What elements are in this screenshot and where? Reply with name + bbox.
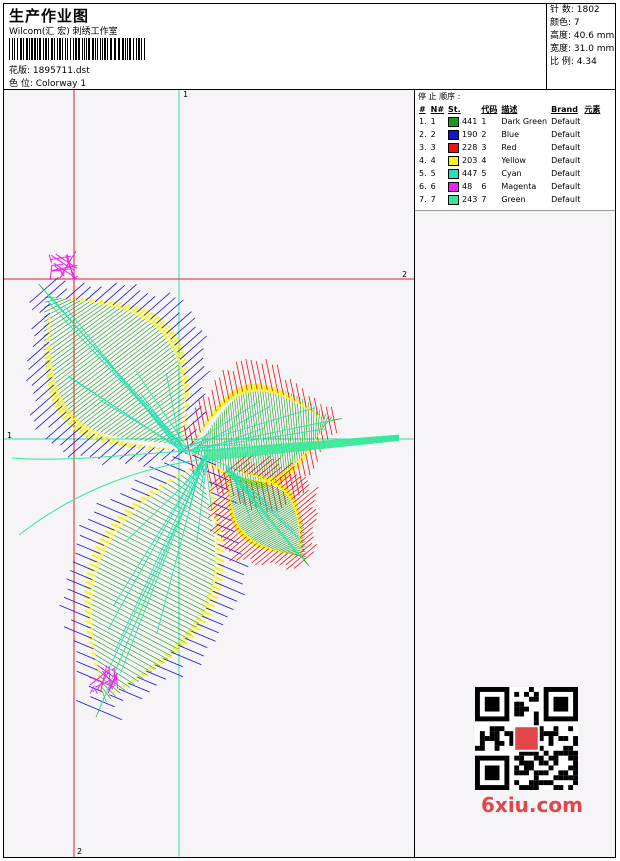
legend-brand: Default — [551, 130, 581, 139]
color-swatch — [448, 116, 460, 127]
legend-sequence: 1. — [419, 117, 427, 126]
legend-swatch: 190 — [446, 128, 479, 141]
legend-desc: Cyan — [501, 169, 522, 178]
legend-code: 2 — [481, 130, 487, 139]
legend-desc: Green — [501, 195, 526, 204]
color-swatch — [448, 168, 460, 179]
legend-sequence: 7. — [419, 195, 427, 204]
legend-row: 6. 6 48 6 Magenta Default — [417, 180, 602, 193]
legend-brand: Default — [551, 182, 581, 191]
legend-number: 2 — [430, 130, 436, 139]
legend-number: 1 — [430, 117, 436, 126]
legend-stitches: 203 — [462, 156, 478, 165]
legend-stitches: 243 — [462, 195, 478, 204]
legend-stitches: 190 — [462, 130, 478, 139]
color-swatch — [448, 181, 460, 192]
legend-number: 4 — [430, 156, 436, 165]
legend-row: 4. 4 203 4 Yellow Default — [417, 154, 602, 167]
legend-sequence: 3. — [419, 143, 427, 152]
legend-stitches: 447 — [462, 169, 478, 178]
legend-brand: Default — [551, 195, 581, 204]
qr-code-icon — [475, 687, 578, 790]
legend-code: 5 — [481, 169, 487, 178]
legend-swatch: 228 — [446, 141, 479, 154]
legend-sequence: 5. — [419, 169, 427, 178]
legend-header: 描述 — [501, 104, 518, 114]
legend-swatch: 48 — [446, 180, 479, 193]
legend-number: 6 — [430, 182, 436, 191]
design-scale: 比 例: 4.34 — [550, 57, 597, 67]
legend-row: 7. 7 243 7 Green Default — [417, 193, 602, 206]
production-worksheet: 生产作业图 Wilcom(汇 宏) 刺绣工作室 花版: 1895711.dst … — [3, 3, 616, 858]
page-title: 生产作业图 — [9, 7, 90, 25]
legend-swatch: 243 — [446, 193, 479, 206]
legend-header: Brand — [551, 104, 578, 114]
watermark: 6xiu.com — [481, 793, 583, 817]
legend-code: 1 — [481, 117, 487, 126]
legend-swatch: 447 — [446, 167, 479, 180]
legend-stitches: 48 — [462, 182, 473, 191]
legend-header: # — [419, 104, 426, 114]
legend-code: 3 — [481, 143, 487, 152]
legend-brand: Default — [551, 117, 581, 126]
stitch-paths — [11, 250, 400, 720]
design-height: 高度: 40.6 mm — [550, 31, 615, 41]
legend-sequence: 2. — [419, 130, 427, 139]
color-swatch — [448, 129, 460, 140]
legend-code: 4 — [481, 156, 487, 165]
guide-label-h2: 2 — [402, 270, 408, 279]
color-swatch — [448, 142, 460, 153]
header: 生产作业图 Wilcom(汇 宏) 刺绣工作室 花版: 1895711.dst … — [4, 4, 615, 90]
legend-desc: Yellow — [501, 156, 526, 165]
legend-number: 5 — [430, 169, 436, 178]
legend-number: 3 — [430, 143, 436, 152]
stitch-preview: 1 2 1 2 — [4, 90, 415, 857]
legend-desc: Blue — [501, 130, 520, 139]
color-swatch — [448, 194, 460, 205]
color-count: 颜色: 7 — [550, 18, 580, 28]
legend-number: 7 — [430, 195, 436, 204]
color-swatch — [448, 155, 460, 166]
legend-desc: Magenta — [501, 182, 537, 191]
legend-header: 代码 — [481, 104, 498, 114]
color-legend: 停 止 顺序 : # N# St. 代码 描述 Brand 元素 1. 1 441 1… — [415, 90, 615, 211]
legend-header: 元素 — [584, 104, 601, 114]
legend-table: # N# St. 代码 描述 Brand 元素 1. 1 441 1 Dark Gree… — [417, 103, 602, 206]
legend-stitches: 228 — [462, 143, 478, 152]
legend-brand: Default — [551, 169, 581, 178]
legend-row: 5. 5 447 5 Cyan Default — [417, 167, 602, 180]
legend-desc: Red — [501, 143, 517, 152]
legend-desc: Dark Green — [501, 117, 548, 126]
company-name: Wilcom(汇 宏) 刺绣工作室 — [9, 27, 118, 37]
guide-label-v1: 1 — [183, 90, 189, 99]
legend-stitches: 441 — [462, 117, 478, 126]
legend-header: N# — [430, 104, 445, 114]
design-stats: 针 数: 1802 颜色: 7 高度: 40.6 mm 宽度: 31.0 mm … — [546, 4, 616, 89]
legend-title: 停 止 顺序 : — [418, 92, 461, 101]
legend-header: St. — [448, 104, 461, 114]
legend-row: 2. 2 190 2 Blue Default — [417, 128, 602, 141]
colorway: 色 位: Colorway 1 — [9, 79, 87, 89]
embroidery-design — [4, 90, 414, 857]
legend-brand: Default — [551, 143, 581, 152]
legend-swatch: 203 — [446, 154, 479, 167]
legend-swatch: 441 — [446, 115, 479, 128]
header-info: 生产作业图 Wilcom(汇 宏) 刺绣工作室 花版: 1895711.dst … — [7, 4, 547, 89]
guide-label-v2: 2 — [77, 847, 83, 856]
stitch-count: 针 数: 1802 — [550, 5, 600, 15]
legend-code: 6 — [481, 182, 487, 191]
legend-row: 1. 1 441 1 Dark Green Default — [417, 115, 602, 128]
legend-code: 7 — [481, 195, 487, 204]
guide-label-h1: 1 — [7, 431, 13, 440]
design-file: 花版: 1895711.dst — [9, 66, 90, 76]
legend-brand: Default — [551, 156, 581, 165]
legend-sequence: 6. — [419, 182, 427, 191]
barcode-icon — [9, 38, 145, 60]
legend-row: 3. 3 228 3 Red Default — [417, 141, 602, 154]
design-width: 宽度: 31.0 mm — [550, 44, 615, 54]
legend-sequence: 4. — [419, 156, 427, 165]
